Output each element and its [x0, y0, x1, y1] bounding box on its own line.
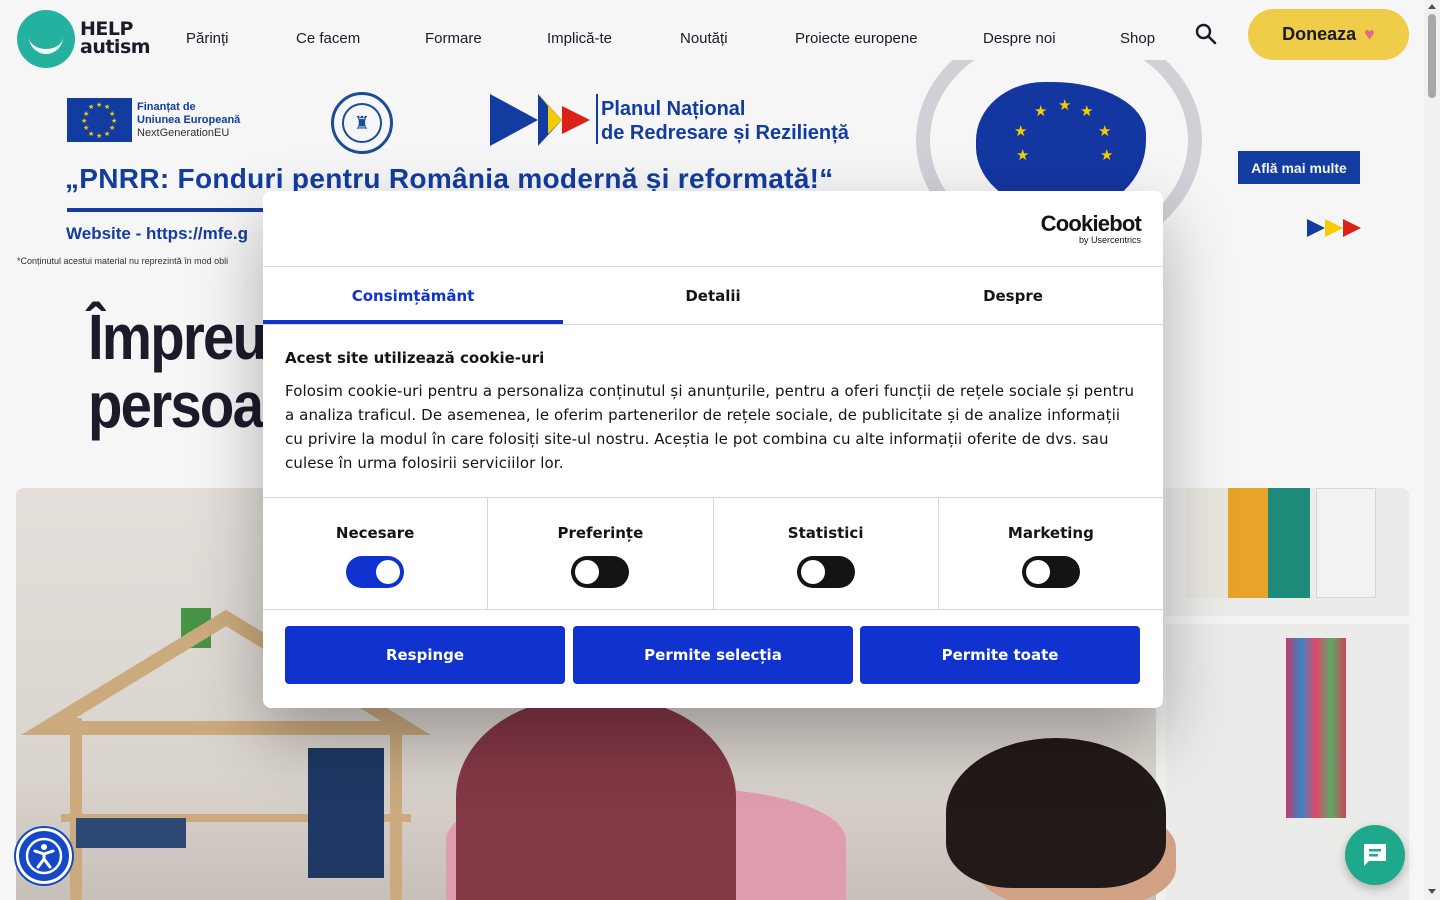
chat-icon [1364, 844, 1386, 866]
toggle-necessary[interactable] [346, 556, 405, 588]
toggle-preferences[interactable] [571, 556, 630, 588]
toggle-statistics[interactable] [796, 556, 855, 588]
cookie-categories: Necesare Preferințe Statistici Marketing [263, 497, 1163, 610]
page-scrollbar[interactable] [1424, 0, 1440, 900]
cookie-consent-dialog: Cookiebot by Usercentrics Consimțământ D… [263, 191, 1163, 708]
allow-selection-button[interactable]: Permite selecția [573, 626, 853, 684]
chat-button[interactable] [1345, 825, 1405, 885]
toggle-marketing[interactable] [1021, 556, 1080, 588]
category-necessary: Necesare [263, 498, 489, 609]
reject-button[interactable]: Respinge [285, 626, 565, 684]
category-preferences: Preferințe [488, 498, 714, 609]
accessibility-button[interactable] [16, 828, 72, 884]
dialog-heading: Acest site utilizează cookie-uri [285, 349, 545, 367]
allow-all-button[interactable]: Permite toate [860, 626, 1140, 684]
tab-about[interactable]: Despre [863, 267, 1163, 325]
category-statistics: Statistici [714, 498, 939, 609]
scroll-down-arrow-icon[interactable] [1428, 889, 1436, 894]
cookiebot-logo: Cookiebot by Usercentrics [1040, 211, 1142, 246]
divider [263, 324, 1163, 325]
dialog-body-text: Folosim cookie-uri pentru a personaliza … [285, 382, 1135, 472]
scrollbar-thumb[interactable] [1428, 14, 1436, 98]
tab-details[interactable]: Detalii [563, 267, 863, 325]
tab-consent[interactable]: Consimțământ [263, 267, 563, 325]
scroll-up-arrow-icon[interactable] [1428, 4, 1436, 9]
category-marketing: Marketing [939, 498, 1163, 609]
accessibility-icon [25, 837, 63, 875]
